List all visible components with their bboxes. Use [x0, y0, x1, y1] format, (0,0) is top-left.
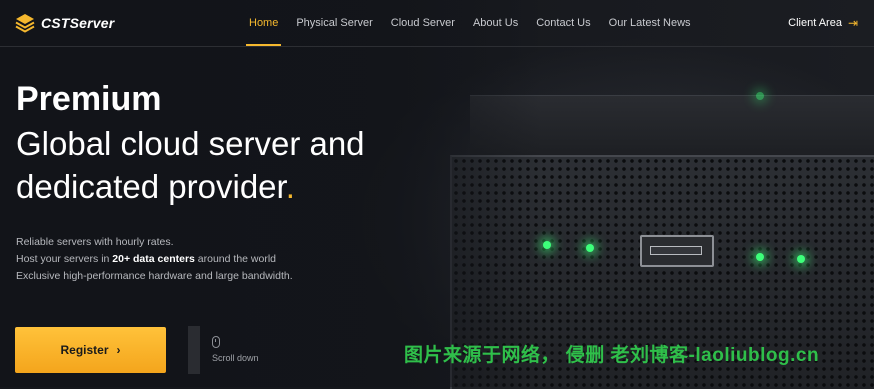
- hero-title-line2: dedicated provider.: [16, 168, 295, 206]
- hero-desc-line2-pre: Host your servers in: [16, 253, 113, 265]
- brand-logo[interactable]: CSTServer: [15, 11, 114, 35]
- watermark-text: 图片来源于网络， 侵删 老刘博客-laoliublog.cn: [404, 345, 820, 366]
- hero-desc-line2: Host your servers in 20+ data centers ar…: [16, 253, 276, 265]
- stacked-layers-logo-icon: [15, 14, 35, 33]
- hero-desc-line1: Reliable servers with hourly rates.: [16, 236, 174, 248]
- hero-desc-line2-bold: 20+ data centers: [112, 253, 195, 265]
- nav-home[interactable]: Home: [246, 0, 282, 46]
- hero-title-line1: Global cloud server and: [16, 125, 365, 162]
- client-area-link[interactable]: Client Area ⇥: [788, 0, 858, 46]
- nav-about-us[interactable]: About Us: [470, 0, 521, 46]
- register-button[interactable]: Register ›: [15, 327, 166, 373]
- scroll-indicator-bar: [188, 326, 200, 374]
- hero-title-bold: Premium: [16, 80, 162, 118]
- scroll-down-label: Scroll down: [212, 353, 259, 363]
- nav-physical-server[interactable]: Physical Server: [293, 0, 375, 46]
- main-menu: Home Physical Server Cloud Server About …: [240, 0, 700, 46]
- mouse-icon: [212, 336, 220, 348]
- top-navbar: CSTServer Home Physical Server Cloud Ser…: [0, 0, 874, 47]
- hero-desc-line3: Exclusive high-performance hardware and …: [16, 270, 293, 282]
- nav-contact-us[interactable]: Contact Us: [533, 0, 593, 46]
- scroll-down-hint[interactable]: Scroll down: [212, 336, 259, 363]
- hero-title-dot: .: [285, 168, 295, 205]
- brand-name: CSTServer: [41, 15, 115, 31]
- nav-latest-news[interactable]: Our Latest News: [606, 0, 694, 46]
- hero-desc-line2-post: around the world: [194, 253, 277, 265]
- chevron-right-icon: ›: [116, 343, 121, 357]
- hero-title-line2-text: dedicated provider: [16, 168, 286, 205]
- client-area-label: Client Area: [788, 17, 842, 29]
- nav-cloud-server[interactable]: Cloud Server: [388, 0, 458, 46]
- sign-in-arrow-icon: ⇥: [847, 16, 858, 30]
- register-label: Register: [60, 343, 109, 357]
